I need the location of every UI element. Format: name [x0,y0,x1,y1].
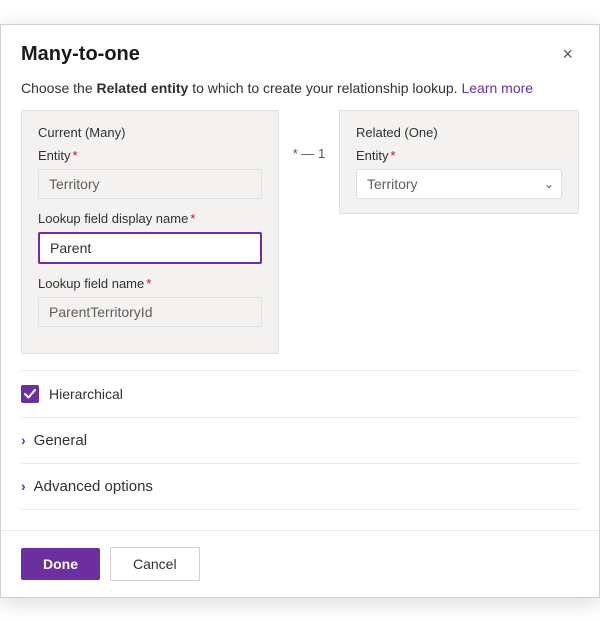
general-section-row[interactable]: › General [1,418,599,463]
hierarchical-label: Hierarchical [49,386,123,402]
entity-select[interactable]: Territory [356,169,562,199]
related-one-box: Related (One) Entity * Territory ⌄ [339,110,579,214]
required-star-lookup-display: * [190,211,195,226]
subtitle-prefix: Choose the [21,80,97,96]
lookup-display-input[interactable] [38,232,262,264]
lookup-name-label: Lookup field name * [38,276,262,291]
hierarchical-row[interactable]: Hierarchical [1,371,599,417]
lookup-display-label: Lookup field display name * [38,211,262,226]
advanced-options-section-row[interactable]: › Advanced options [1,464,599,509]
divider-4 [21,509,579,510]
advanced-options-section-label: Advanced options [34,478,153,495]
lookup-name-value: ParentTerritoryId [38,297,262,327]
general-section-label: General [34,432,87,449]
entity-label-current: Entity * [38,148,262,163]
current-many-box: Current (Many) Entity * Territory Lookup… [21,110,279,354]
learn-more-link[interactable]: Learn more [461,80,533,96]
entity-label-related: Entity * [356,148,562,163]
related-box-heading: Related (One) [356,125,562,140]
done-button[interactable]: Done [21,548,100,580]
required-star-entity: * [73,148,78,163]
many-to-one-dialog: Many-to-one × Choose the Related entity … [0,24,600,598]
entity-value-current: Territory [38,169,262,199]
relation-connector: * — 1 [279,110,339,161]
dialog-header: Many-to-one × [1,25,599,76]
subtitle-bold: Related entity [97,80,189,96]
required-star-lookup-name: * [146,276,151,291]
dialog-title: Many-to-one [21,43,140,66]
cancel-button[interactable]: Cancel [110,547,200,581]
chevron-right-icon-general: › [21,432,26,448]
close-button[interactable]: × [556,43,579,65]
chevron-right-icon-advanced: › [21,478,26,494]
hierarchical-checkbox[interactable] [21,385,39,403]
dialog-subtitle: Choose the Related entity to which to cr… [1,76,599,110]
required-star-related: * [391,148,396,163]
entity-select-wrapper: Territory ⌄ [356,169,562,199]
current-box-heading: Current (Many) [38,125,262,140]
dialog-footer: Done Cancel [1,530,599,597]
entity-section: Current (Many) Entity * Territory Lookup… [1,110,599,370]
subtitle-suffix: to which to create your relationship loo… [188,80,457,96]
